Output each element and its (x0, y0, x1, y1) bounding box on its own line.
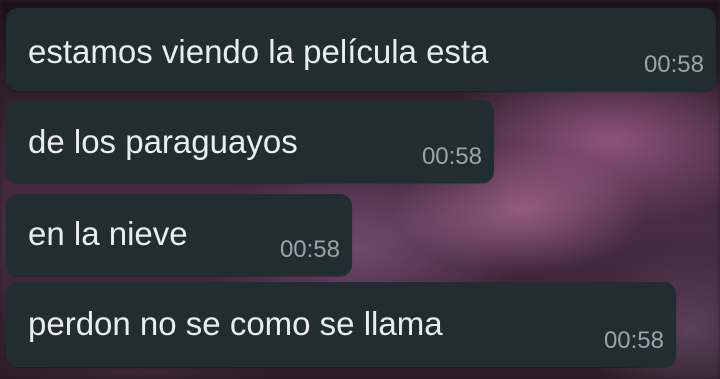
message-timestamp: 00:58 (279, 236, 340, 263)
message-list[interactable]: estamos viendo la película esta 00:58 de… (0, 0, 720, 379)
message-timestamp: 00:58 (643, 51, 704, 78)
message-text: estamos viendo la película esta (28, 33, 489, 70)
message-text: perdon no se como se llama (28, 305, 443, 342)
message-bubble[interactable]: estamos viendo la película esta 00:58 (6, 8, 716, 91)
message-bubble[interactable]: en la nieve 00:58 (6, 194, 352, 276)
message-bubble[interactable]: de los paraguayos 00:58 (6, 100, 494, 183)
message-bubble[interactable]: perdon no se como se llama 00:58 (6, 282, 676, 367)
message-timestamp: 00:58 (603, 327, 664, 354)
message-timestamp: 00:58 (421, 143, 482, 170)
message-text: en la nieve (28, 215, 188, 252)
message-text: de los paraguayos (28, 123, 298, 160)
